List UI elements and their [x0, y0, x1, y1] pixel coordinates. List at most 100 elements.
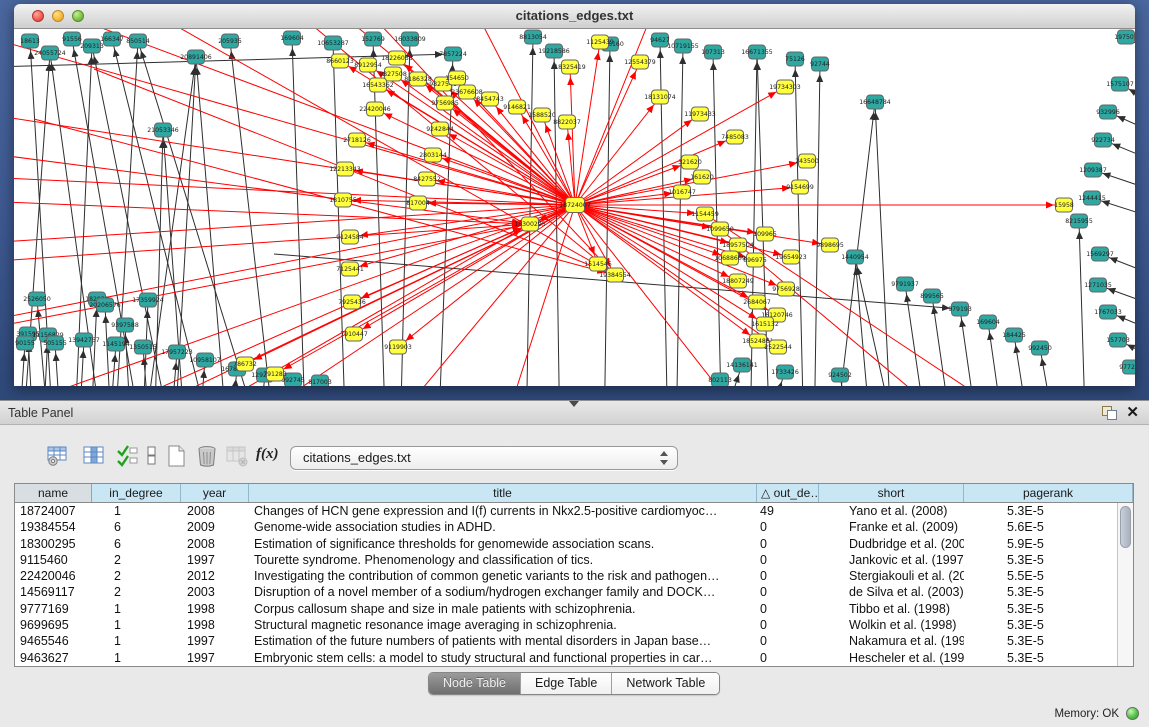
- column-header-5[interactable]: short: [819, 484, 964, 502]
- network-window-titlebar[interactable]: citations_edges.txt: [14, 4, 1135, 29]
- table-cell[interactable]: Corpus callosum shape and size in male p…: [249, 601, 757, 617]
- table-cell[interactable]: 49: [757, 503, 819, 519]
- graph-edge[interactable]: [196, 57, 228, 386]
- table-cell[interactable]: 2003: [181, 584, 249, 600]
- table-cell[interactable]: Jankovic et al. (1997): [819, 552, 964, 568]
- table-cell[interactable]: 1997: [181, 650, 249, 666]
- merge-column-icon[interactable]: [140, 444, 166, 470]
- table-cell[interactable]: 5.3E-5: [964, 584, 1118, 600]
- column-header-2[interactable]: year: [181, 484, 249, 502]
- table-cell[interactable]: 1: [92, 633, 181, 649]
- graph-edge[interactable]: [174, 57, 196, 386]
- table-cell[interactable]: 0: [757, 536, 819, 552]
- table-cell[interactable]: 1: [92, 601, 181, 617]
- table-row[interactable]: 977716911998Corpus callosum shape and si…: [15, 601, 1118, 617]
- graph-edge[interactable]: [292, 38, 306, 386]
- table-cell[interactable]: 18300295: [15, 536, 92, 552]
- table-row[interactable]: 2242004622012Investigating the contribut…: [15, 568, 1118, 584]
- table-cell[interactable]: 5.3E-5: [964, 552, 1118, 568]
- table-selector-dropdown[interactable]: citations_edges.txt: [290, 446, 678, 470]
- column-visibility-icon[interactable]: [82, 444, 108, 470]
- column-header-6[interactable]: pagerank: [964, 484, 1133, 502]
- tab-network-table[interactable]: Network Table: [611, 673, 719, 694]
- delete-column-trash-icon[interactable]: [195, 444, 221, 470]
- table-cell[interactable]: 1997: [181, 552, 249, 568]
- tab-edge-table[interactable]: Edge Table: [520, 673, 611, 694]
- network-canvas[interactable]: 1861324055724915562093131663478505142089…: [14, 29, 1135, 386]
- table-cell[interactable]: Yano et al. (2008): [819, 503, 964, 519]
- table-cell[interactable]: 9777169: [15, 601, 92, 617]
- panel-divider-handle[interactable]: [569, 401, 579, 407]
- table-cell[interactable]: Tibbo et al. (1998): [819, 601, 964, 617]
- table-row[interactable]: 1456911722003Disruption of a novel membe…: [15, 584, 1118, 600]
- table-row[interactable]: 946554611997Estimation of the future num…: [15, 633, 1118, 649]
- table-cell[interactable]: 1998: [181, 601, 249, 617]
- table-cell[interactable]: 0: [757, 601, 819, 617]
- graph-edge[interactable]: [814, 64, 820, 386]
- graph-edge[interactable]: [713, 52, 722, 386]
- table-cell[interactable]: Stergiakouli et al. (2012): [819, 568, 964, 584]
- graph-edge[interactable]: [92, 46, 174, 386]
- table-cell[interactable]: 1997: [181, 633, 249, 649]
- table-cell[interactable]: 5.3E-5: [964, 633, 1118, 649]
- table-row[interactable]: 1872400712008Changes of HCN gene express…: [15, 503, 1118, 519]
- table-cell[interactable]: 0: [757, 633, 819, 649]
- tab-node-table[interactable]: Node Table: [429, 673, 520, 694]
- column-header-4[interactable]: △ out_de…: [757, 484, 819, 502]
- table-cell[interactable]: 6: [92, 519, 181, 535]
- table-cell[interactable]: 0: [757, 617, 819, 633]
- table-cell[interactable]: 2009: [181, 519, 249, 535]
- graph-edge[interactable]: [875, 102, 892, 386]
- table-cell[interactable]: Genome-wide association studies in ADHD.: [249, 519, 757, 535]
- table-cell[interactable]: Wolkin et al. (1998): [819, 617, 964, 633]
- table-cell[interactable]: Dudbridge et al. (2008): [819, 536, 964, 552]
- table-cell[interactable]: de Silva et al. (2003): [819, 584, 964, 600]
- vertical-scrollbar[interactable]: [1117, 503, 1133, 666]
- table-cell[interactable]: 1: [92, 650, 181, 666]
- table-cell[interactable]: 5.6E-5: [964, 519, 1118, 535]
- table-cell[interactable]: 18724007: [15, 503, 92, 519]
- table-cell[interactable]: 22420046: [15, 568, 92, 584]
- table-cell[interactable]: 5.3E-5: [964, 601, 1118, 617]
- graph-edge[interactable]: [1014, 335, 1032, 386]
- graph-edge[interactable]: [795, 59, 804, 386]
- column-header-1[interactable]: in_degree: [92, 484, 181, 502]
- table-cell[interactable]: 5.9E-5: [964, 536, 1118, 552]
- table-cell[interactable]: 1998: [181, 617, 249, 633]
- graph-edge[interactable]: [1079, 221, 1086, 386]
- zoom-window-button[interactable]: [72, 10, 84, 22]
- table-cell[interactable]: 0: [757, 568, 819, 584]
- table-cell[interactable]: 6: [92, 536, 181, 552]
- table-row[interactable]: 1938455462009Genome-wide association stu…: [15, 519, 1118, 535]
- table-cell[interactable]: 5.5E-5: [964, 568, 1118, 584]
- table-cell[interactable]: 1: [92, 503, 181, 519]
- table-cell[interactable]: Franke et al. (2009): [819, 519, 964, 535]
- table-settings-icon[interactable]: [46, 444, 72, 470]
- table-cell[interactable]: 0: [757, 552, 819, 568]
- table-cell[interactable]: 19384554: [15, 519, 92, 535]
- table-cell[interactable]: Disruption of a novel member of a sodium…: [249, 584, 757, 600]
- table-cell[interactable]: 1: [92, 617, 181, 633]
- table-cell[interactable]: 2008: [181, 536, 249, 552]
- table-cell[interactable]: 0: [757, 519, 819, 535]
- delete-table-icon-disabled[interactable]: [225, 444, 251, 470]
- table-cell[interactable]: 0: [757, 650, 819, 666]
- table-cell[interactable]: Estimation of significance thresholds fo…: [249, 536, 757, 552]
- table-cell[interactable]: 5.3E-5: [964, 617, 1118, 633]
- graph-edge[interactable]: [400, 39, 410, 386]
- table-cell[interactable]: 0: [757, 584, 819, 600]
- table-cell[interactable]: Hescheler et al. (1997): [819, 650, 964, 666]
- table-cell[interactable]: 2012: [181, 568, 249, 584]
- citation-network-graph[interactable]: 1861324055724915562093131663478505142089…: [14, 29, 1135, 386]
- table-cell[interactable]: 2008: [181, 503, 249, 519]
- table-row[interactable]: 911546021997Tourette syndrome. Phenomeno…: [15, 552, 1118, 568]
- table-cell[interactable]: 2: [92, 584, 181, 600]
- memory-status-label[interactable]: Memory: OK: [1054, 708, 1119, 720]
- table-row[interactable]: 946362711997Embryonic stem cells: a mode…: [15, 650, 1118, 666]
- graph-edge[interactable]: [575, 29, 674, 205]
- close-window-button[interactable]: [32, 10, 44, 22]
- graph-edge[interactable]: [855, 257, 898, 386]
- minimize-window-button[interactable]: [52, 10, 64, 22]
- table-cell[interactable]: Nakamura et al. (1997): [819, 633, 964, 649]
- table-cell[interactable]: 2: [92, 552, 181, 568]
